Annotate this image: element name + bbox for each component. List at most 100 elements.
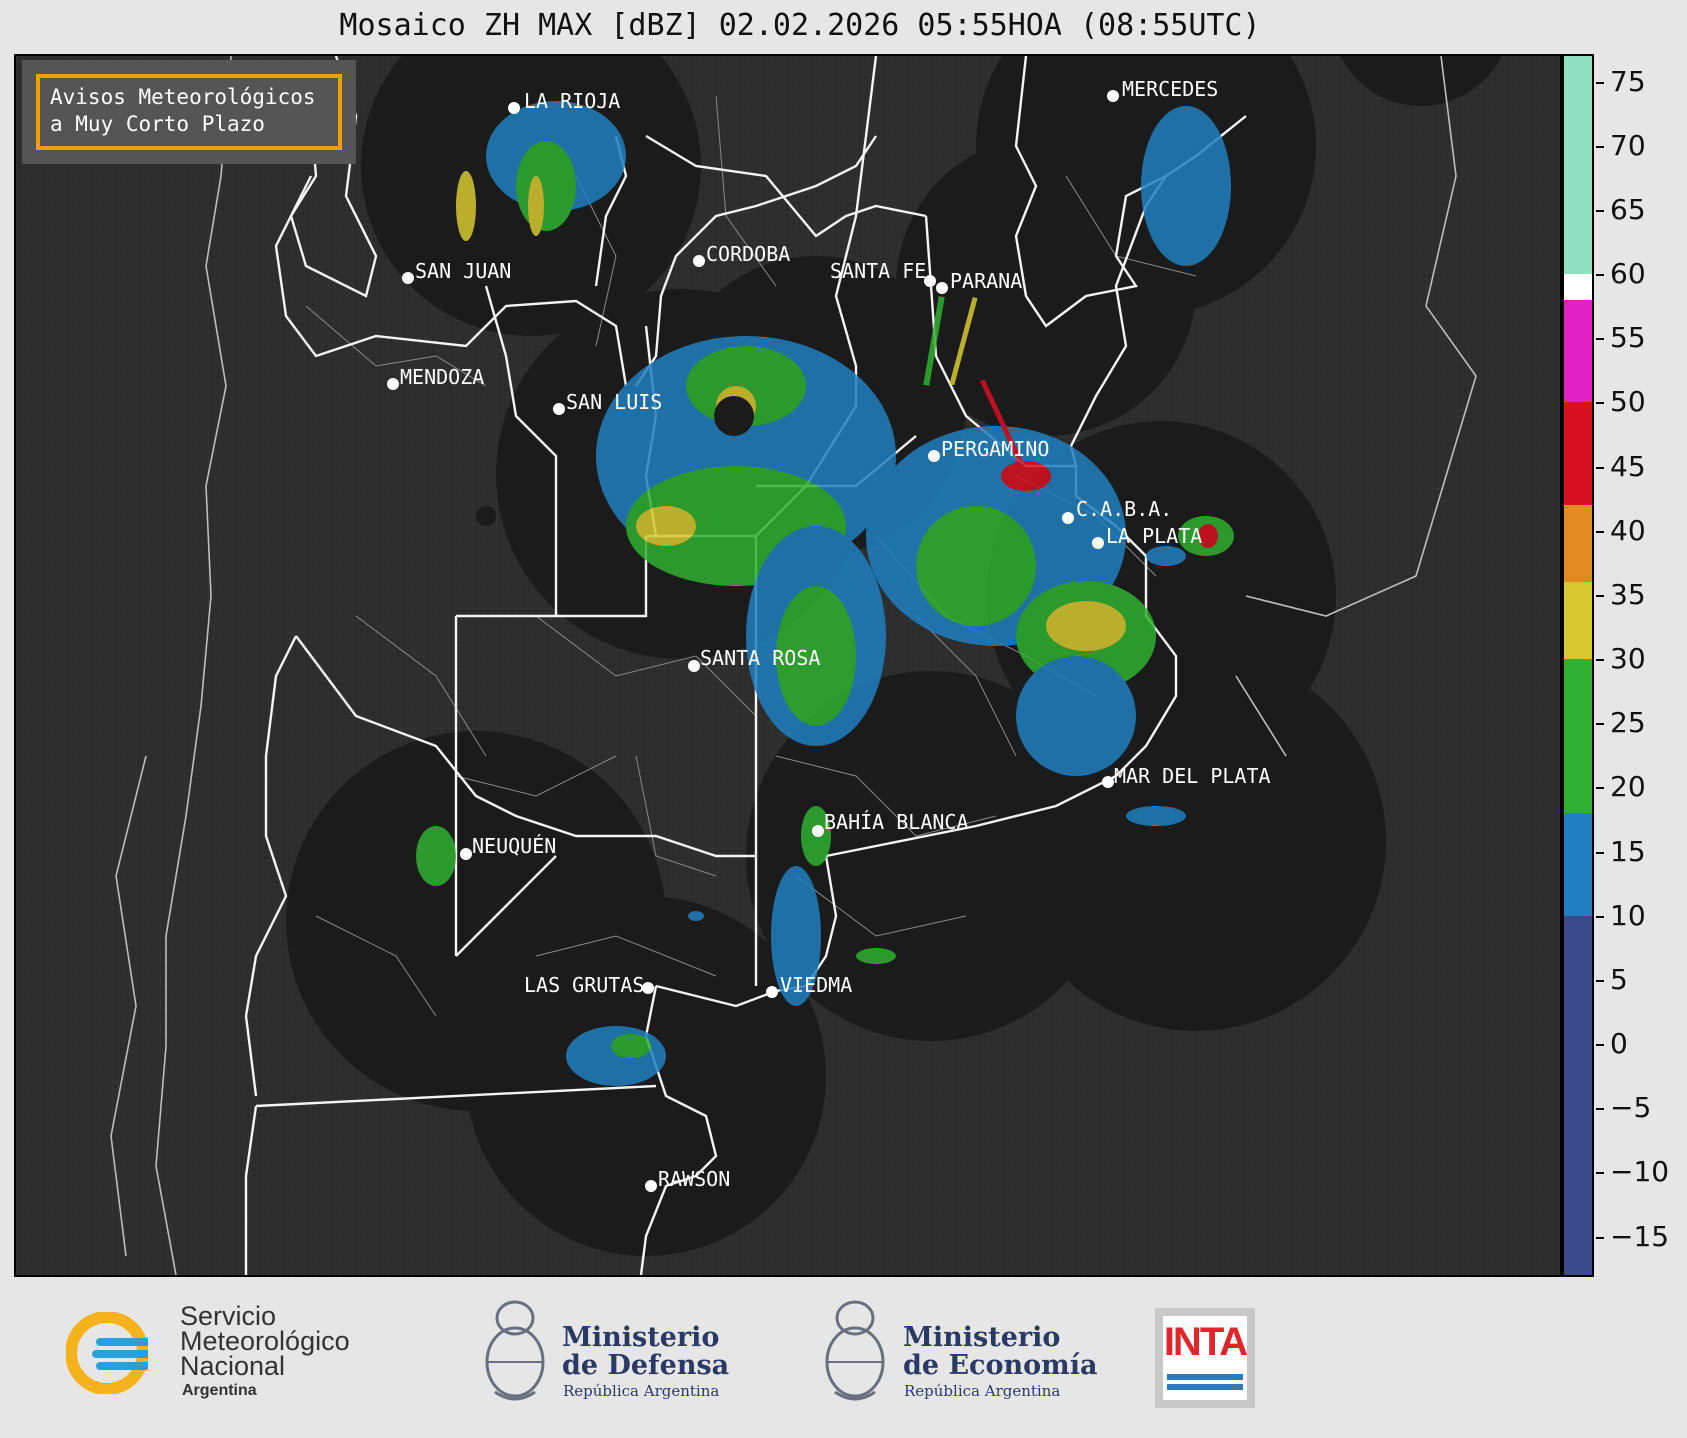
city-marker-parana [936,282,948,294]
city-marker-san-juan [402,272,414,284]
city-marker-neuqu-n [460,848,472,860]
colorbar-tick-label: 70 [1610,128,1646,162]
colorbar-band [1564,299,1592,403]
colorbar [1562,54,1594,1277]
colorbar-tick [1596,723,1604,726]
colorbar-tick [1596,338,1604,341]
city-marker-viedma [766,986,778,998]
city-label-rawson: RAWSON [658,1167,730,1191]
colorbar-tick [1596,787,1604,790]
smn-name-line3: Nacional [180,1351,286,1381]
colorbar-tick [1596,1108,1604,1111]
city-marker-cordoba [693,255,705,267]
colorbar-tick [1596,402,1604,405]
colorbar-band [1564,505,1592,583]
colorbar-tick-label: 50 [1610,385,1646,419]
inta-logo-inner: INTA [1163,1316,1248,1400]
colorbar-tick [1596,851,1604,854]
city-label-parana: PARANA [950,269,1022,293]
footer-logos: Servicio Meteorológico Nacional Argentin… [0,1280,1687,1438]
city-label-viedma: VIEDMA [780,973,852,997]
smn-logo-icon [66,1312,148,1394]
colorbar-tick [1596,209,1604,212]
city-marker-mar-del-plata [1102,776,1114,788]
city-label-la-rioja: LA RIOJA [524,89,620,113]
colorbar-tick-label: −15 [1610,1219,1670,1253]
colorbar-tick-label: 0 [1610,1027,1628,1061]
colorbar-tick-label: 65 [1610,192,1646,226]
colorbar-tick [1596,915,1604,918]
legend-box[interactable]: Avisos Meteorológicos a Muy Corto Plazo [22,60,356,164]
colorbar-tick-label: −5 [1610,1091,1652,1125]
colorbar-band [1564,274,1592,300]
city-label-santa-fe: SANTA FE [830,259,926,283]
colorbar-tick-label: 35 [1610,577,1646,611]
city-marker-bah-a-blanca [812,825,824,837]
colorbar-tick-label: 25 [1610,706,1646,740]
city-label-san-luis: SAN LUIS [566,390,662,414]
city-label-la-plata: LA PLATA [1106,524,1202,548]
city-marker-c-a-b-a [1062,512,1074,524]
legend-line-1: Avisos Meteorológicos [50,85,316,109]
colorbar-tick [1596,145,1604,148]
colorbar-tick [1596,1172,1604,1175]
inta-logo: INTA [1155,1308,1255,1408]
national-coat-of-arms-icon [825,1300,885,1401]
colorbar-tick-label: 20 [1610,770,1646,804]
map-title: Mosaico ZH MAX [dBZ] 02.02.2026 05:55HOA… [339,8,1261,43]
defensa-sub: República Argentina [563,1382,720,1400]
city-label-bah-a-blanca: BAHÍA BLANCA [824,810,969,834]
economia-line2: de Economía [903,1350,1098,1381]
colorbar-tick-label: 40 [1610,513,1646,547]
national-coat-of-arms-icon [485,1300,545,1401]
city-label-mar-del-plata: MAR DEL PLATA [1114,764,1271,788]
city-marker-mendoza [387,378,399,390]
colorbar-tick [1596,1044,1604,1047]
colorbar-band [1564,659,1592,814]
city-marker-la-rioja [508,102,520,114]
colorbar-band [1564,56,1592,275]
economia-sub: República Argentina [904,1382,1061,1400]
city-label-cordoba: CORDOBA [706,242,790,266]
inta-wordmark: INTA [1163,1320,1248,1364]
inta-stripe-2 [1167,1384,1243,1390]
city-label-neuqu-n: NEUQUÉN [472,834,556,858]
smn-country: Argentina [182,1382,257,1399]
legend-inner: Avisos Meteorológicos a Muy Corto Plazo [36,74,342,150]
city-marker-pergamino [928,450,940,462]
colorbar-tick [1596,979,1604,982]
city-marker-san-luis [553,403,565,415]
colorbar-tick-label: 5 [1610,962,1628,996]
colorbar-tick-label: 55 [1610,321,1646,355]
radar-map-canvas: LA RIOJA MERCEDES CORDOBA SAN JUAN SANTA FE P… [16,56,1560,1275]
economia-line1: Ministerio [903,1322,1061,1353]
city-label-c-a-b-a: C.A.B.A. [1076,497,1172,521]
colorbar-tick-label: 15 [1610,834,1646,868]
colorbar-tick-label: 45 [1610,449,1646,483]
colorbar-tick [1596,274,1604,277]
city-label-santa-rosa: SANTA ROSA [700,646,820,670]
city-label-mercedes: MERCEDES [1122,77,1218,101]
colorbar-tick-label: 10 [1610,898,1646,932]
city-marker-mercedes [1107,90,1119,102]
colorbar-tick [1596,659,1604,662]
city-label-las-grutas: LAS GRUTAS [524,973,644,997]
colorbar-tick [1596,530,1604,533]
legend-line-2: a Muy Corto Plazo [50,112,265,136]
colorbar-tick-label: 30 [1610,642,1646,676]
colorbar-tick [1596,81,1604,84]
city-marker-la-plata [1092,537,1104,549]
colorbar-tick-label: 75 [1610,64,1646,98]
inta-stripe-1 [1167,1374,1243,1380]
city-label-san-juan: SAN JUAN [415,259,511,283]
colorbar-tick [1596,1236,1604,1239]
defensa-line2: de Defensa [562,1350,730,1381]
colorbar-tick-label: 60 [1610,257,1646,291]
city-marker-rawson [645,1180,657,1192]
colorbar-band [1564,813,1592,916]
colorbar-band [1564,402,1592,506]
radar-map[interactable]: LA RIOJA MERCEDES CORDOBA SAN JUAN SANTA FE P… [14,54,1562,1277]
city-label-pergamino: PERGAMINO [941,437,1049,461]
city-marker-santa-rosa [688,660,700,672]
colorbar-tick-label: −10 [1610,1155,1670,1189]
